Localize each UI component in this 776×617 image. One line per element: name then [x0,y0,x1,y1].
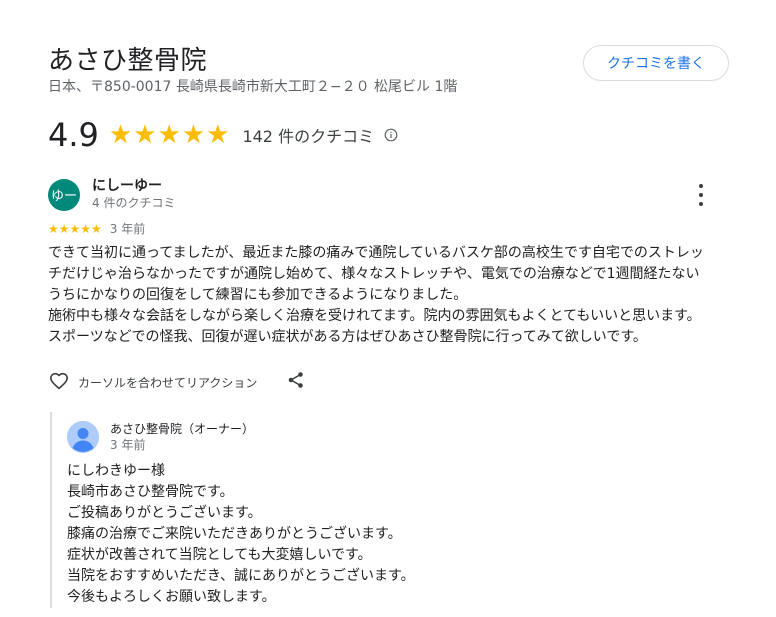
business-address: 日本、〒850-0017 長崎県長崎市新大工町２−２０ 松尾ビル 1階 [48,79,458,95]
review-actions: カーソルを合わせてリアクション [48,370,305,394]
rating-value: 4.9 [48,116,99,154]
more-options-icon[interactable] [692,184,710,206]
owner-reply-line: 長崎市あさひ整骨院です。 [67,484,234,500]
owner-reply-line: 今後もよろしくお願い致します。 [67,589,276,605]
owner-reply-time: 3 年前 [110,438,146,452]
review-count[interactable]: 142 件のクチコミ [242,123,374,147]
owner-name: あさひ整骨院（オーナー） [110,422,255,436]
like-button[interactable]: カーソルを合わせてリアクション [48,370,257,394]
review-text-line: 施術中も様々な会話をしながら楽しく治療を受けれてます。院内の雰囲気もよくとてもい… [48,308,701,324]
owner-reply-divider [50,412,52,608]
rating-stars: ★★★★★ [108,120,231,150]
review-text-line: スポーツなどでの怪我、回復が遅い症状がある方はぜひあさひ整骨院に行ってみて欲しい… [48,329,647,345]
review-meta: ★★★★★ 3 年前 [48,220,145,237]
owner-avatar [67,421,99,453]
reviewer-header[interactable]: ゆー にしーゆー 4 件のクチコミ [48,178,175,211]
owner-reply-line: 当院をおすすめいただき、誠にありがとうございます。 [67,568,415,584]
share-icon [287,371,305,393]
owner-reply-text: にしわきゆー様 長崎市あさひ整骨院です。 ご投稿ありがとうございます。 膝痛の治… [67,461,415,608]
like-label: カーソルを合わせてリアクション [78,375,258,390]
owner-reply-line: 膝痛の治療でご来院いただきありがとうございます。 [67,526,402,542]
review-stars: ★★★★★ [48,221,102,236]
review-text: できて当初に通ってましたが、最近また膝の痛みで通院しているバスケ部の高校生です自… [48,243,748,348]
heart-icon [48,370,70,394]
owner-reply-line: ご投稿ありがとうございます。 [67,505,262,521]
reviewer-review-count: 4 件のクチコミ [92,196,176,210]
owner-reply-header: あさひ整骨院（オーナー） 3 年前 [67,421,254,453]
info-icon[interactable] [384,128,398,142]
write-review-button[interactable]: クチコミを書く [583,45,729,81]
share-button[interactable] [287,371,305,393]
review-text-line: チだけじゃ治らなかったですが通院し始めて、様々なストレッチや、電気での治療などで… [48,266,700,282]
owner-reply-line: 症状が改善されて当院としても大変嬉しいです。 [67,547,372,563]
review-text-line: うちにかなりの回復をして練習にも参加できるようになりました。 [48,287,468,303]
rating-summary: 4.9 ★★★★★ 142 件のクチコミ [48,116,398,154]
review-text-line: できて当初に通ってましたが、最近また膝の痛みで通院しているバスケ部の高校生です自… [48,245,704,261]
owner-reply-line: にしわきゆー様 [67,463,165,479]
reviewer-name[interactable]: にしーゆー [92,178,175,195]
avatar[interactable]: ゆー [48,178,80,211]
review-time: 3 年前 [109,222,146,236]
business-name: あさひ整骨院 [48,46,208,76]
